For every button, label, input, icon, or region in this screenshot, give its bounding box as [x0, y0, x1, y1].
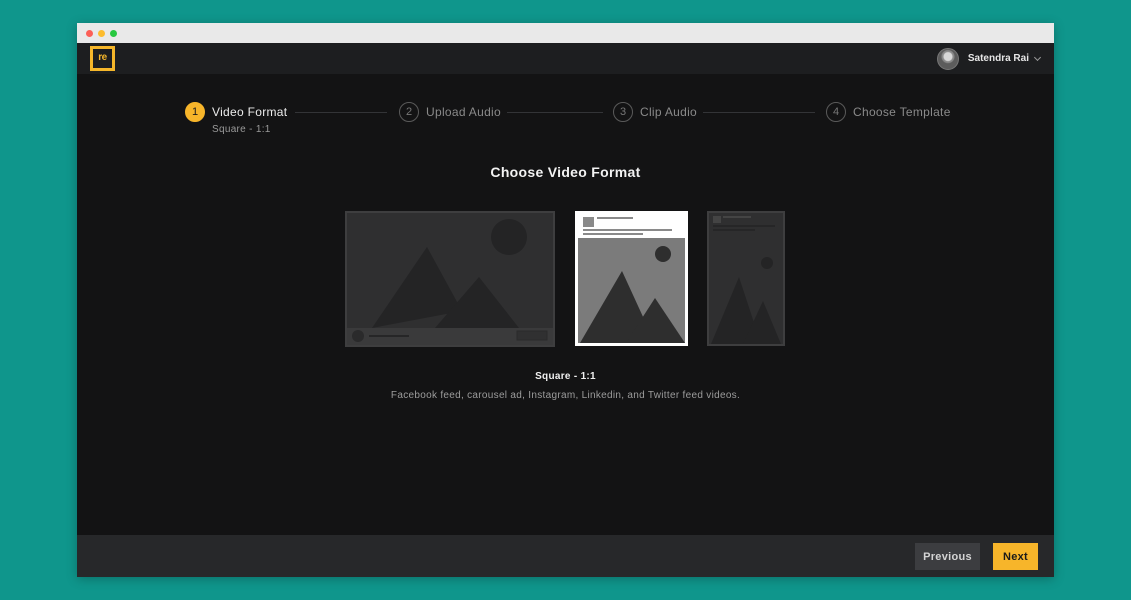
chevron-down-icon	[1033, 53, 1042, 61]
step-number: 2	[399, 102, 419, 122]
step-number: 3	[613, 102, 633, 122]
step-connector	[507, 112, 603, 113]
step-connector	[295, 112, 387, 113]
maximize-window-icon[interactable]	[110, 30, 117, 37]
user-name: Satendra Rai	[967, 53, 1029, 64]
step-upload-audio[interactable]: 2 Upload Audio	[399, 101, 501, 123]
app-header: re Satendra Rai	[77, 43, 1054, 74]
app-window: re Satendra Rai 1 Video Format Square - …	[77, 23, 1054, 577]
vertical-format-card[interactable]	[707, 211, 785, 346]
page-title: Choose Video Format	[490, 164, 641, 180]
step-video-format[interactable]: 1 Video Format	[185, 101, 287, 123]
footer-bar: Previous Next	[77, 535, 1054, 577]
landscape-preview-icon	[347, 213, 553, 345]
next-button[interactable]: Next	[993, 543, 1038, 570]
step-number: 4	[826, 102, 846, 122]
user-menu[interactable]: Satendra Rai	[936, 47, 1042, 70]
selected-format-description: Facebook feed, carousel ad, Instagram, L…	[390, 390, 741, 401]
step-label: Clip Audio	[640, 105, 698, 119]
window-titlebar	[77, 23, 1054, 43]
logo-text: re	[93, 49, 112, 68]
logo[interactable]: re	[90, 46, 115, 71]
step-choose-template[interactable]: 4 Choose Template	[826, 101, 951, 123]
square-format-card[interactable]	[575, 211, 688, 346]
step-connector	[703, 112, 815, 113]
vertical-preview-icon	[709, 213, 783, 344]
landscape-format-card[interactable]	[345, 211, 555, 347]
step-label: Upload Audio	[426, 105, 501, 119]
square-preview-icon	[578, 214, 685, 343]
close-window-icon[interactable]	[86, 30, 93, 37]
step-label: Video Format	[212, 105, 288, 119]
step-clip-audio[interactable]: 3 Clip Audio	[613, 101, 697, 123]
selected-format-title: Square - 1:1	[535, 371, 596, 382]
minimize-window-icon[interactable]	[98, 30, 105, 37]
step-label: Choose Template	[853, 105, 951, 119]
previous-button[interactable]: Previous	[915, 543, 980, 570]
step-subtitle: Square - 1:1	[212, 124, 271, 135]
avatar	[936, 47, 959, 70]
step-number: 1	[185, 102, 205, 122]
